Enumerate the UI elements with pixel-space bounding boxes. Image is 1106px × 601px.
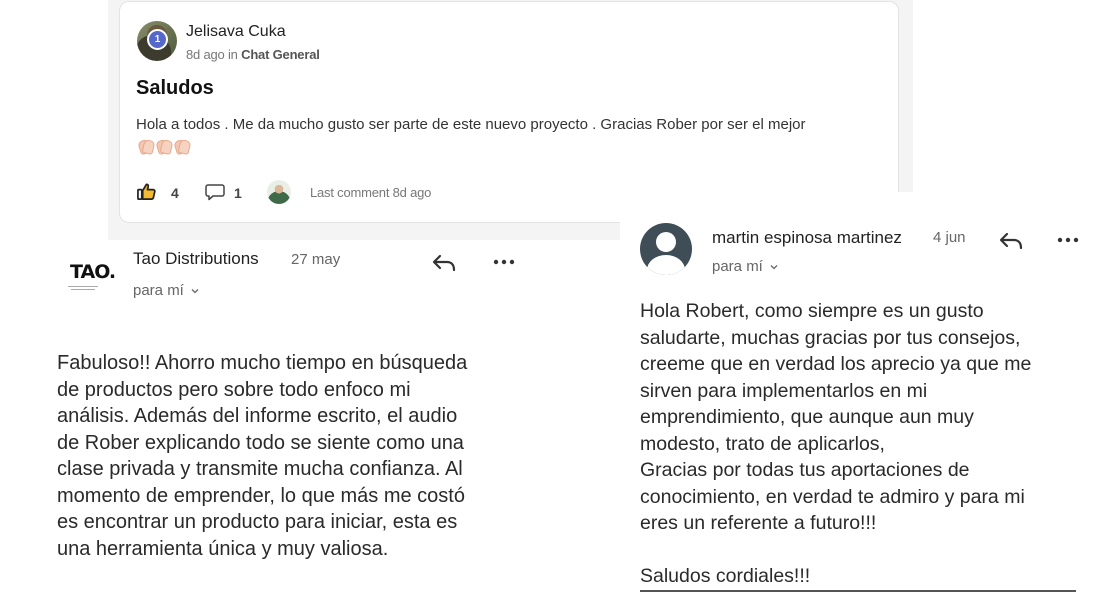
logo-line: [68, 286, 98, 287]
post-title[interactable]: Saludos: [136, 77, 214, 100]
reply-arrow-icon[interactable]: [431, 253, 457, 273]
email-body-line: creeme que en verdad los aprecio ya que …: [640, 353, 1032, 375]
email2-date: 4 jun: [933, 229, 966, 246]
post-body: Hola a todos . Me da mucho gusto ser par…: [136, 116, 806, 133]
divider: [640, 590, 1076, 592]
email-body-line: Hola Robert, como siempre es un gusto: [640, 300, 984, 322]
recipient-label: para mí: [133, 282, 184, 299]
email-body-line: Fabuloso!! Ahorro mucho tiempo en búsque…: [57, 352, 468, 374]
clapping-hands-icon: [174, 139, 189, 154]
email-body-line: [640, 537, 1031, 564]
post-emoji-row: [138, 139, 189, 154]
reply-arrow-icon[interactable]: [998, 231, 1024, 251]
post-card[interactable]: 1 Jelisava Cuka 8d ago in Chat General S…: [119, 1, 899, 223]
email-body-line: clase privada y transmite mucha confianz…: [57, 458, 463, 480]
email-body-line: sirven para implementarlos en mi: [640, 379, 928, 402]
email-body-line: Gracias por todas tus aportaciones de: [640, 459, 970, 481]
email-body-line: una herramienta única y muy valiosa.: [57, 537, 389, 560]
email-body-line: saludarte, muchas gracias por tus consej…: [640, 326, 1021, 349]
clapping-hands-icon: [138, 139, 153, 154]
commenter-avatar[interactable]: [267, 180, 291, 204]
email2-recipient-toggle[interactable]: para mí: [712, 258, 779, 275]
logo-text: TAO.: [70, 261, 116, 283]
email-body-line: eres un referente a futuro!!!: [640, 512, 877, 534]
email-body-line: momento de emprender, lo que más me cost…: [57, 484, 465, 507]
email2-body: Hola Robert, como siempre es un gusto sa…: [640, 298, 1031, 590]
email1-body: Fabuloso!! Ahorro mucho tiempo en búsque…: [57, 350, 467, 562]
email-body-line: conocimiento, en verdad te admiro y para…: [640, 485, 1025, 508]
email1-recipient-toggle[interactable]: para mí: [133, 282, 200, 299]
email-body-line: modesto, trato de aplicarlos,: [640, 432, 885, 455]
level-badge: 1: [147, 29, 168, 50]
comment-bubble-icon[interactable]: [205, 183, 225, 201]
chevron-down-icon: [191, 289, 199, 294]
post-meta: 8d ago in Chat General: [186, 47, 320, 62]
logo-line: [71, 289, 95, 290]
last-comment-time: Last comment 8d ago: [310, 185, 432, 200]
email-body-line: de productos pero sobre todo enfoco mi: [57, 378, 411, 401]
thumbs-up-icon[interactable]: [137, 182, 156, 201]
comment-count: 1: [234, 185, 242, 201]
clapping-hands-icon: [156, 139, 171, 154]
sender-avatar-placeholder[interactable]: [640, 223, 692, 275]
recipient-label: para mí: [712, 258, 763, 275]
post-actions: 4 1 Last comment 8d ago: [137, 180, 537, 204]
email1-sender[interactable]: Tao Distributions: [133, 249, 259, 269]
more-horizontal-icon[interactable]: [491, 252, 517, 272]
email-body-line: Saludos cordiales!!!: [640, 565, 811, 587]
author-name[interactable]: Jelisava Cuka: [186, 23, 286, 41]
email-body-line: análisis. Además del informe escrito, el…: [57, 405, 458, 427]
post-time: 8d ago in: [186, 47, 238, 62]
like-count: 4: [171, 185, 179, 201]
chevron-down-icon: [770, 265, 778, 270]
more-horizontal-icon[interactable]: [1055, 230, 1081, 250]
email-body-line: de Rober explicando todo se siente como …: [57, 431, 464, 454]
email2-sender[interactable]: martin espinosa martinez: [712, 228, 902, 248]
email1-date: 27 may: [291, 251, 341, 268]
email-body-line: emprendimiento, que aunque aun muy: [640, 406, 974, 428]
sender-logo: TAO.: [62, 258, 116, 294]
email-body-line: es encontrar un producto para iniciar, e…: [57, 511, 458, 533]
channel-link[interactable]: Chat General: [241, 47, 320, 62]
